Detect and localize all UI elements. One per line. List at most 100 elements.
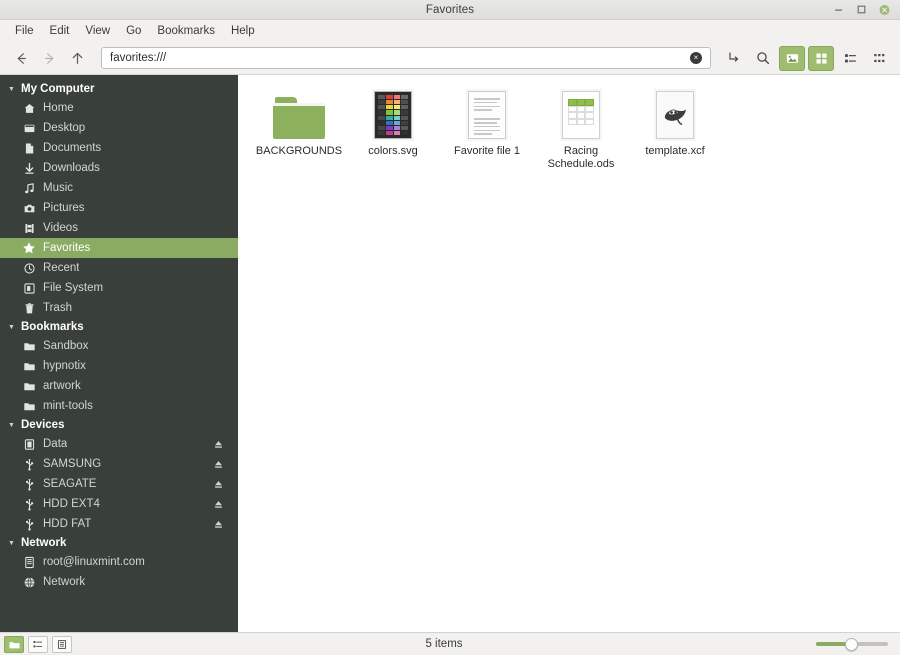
sidebar-item-desktop[interactable]: Desktop (0, 118, 238, 138)
file-item-backgrounds[interactable]: BACKGROUNDS (253, 85, 345, 177)
sidebar-item-home[interactable]: Home (0, 98, 238, 118)
sidebar-item-file-system[interactable]: File System (0, 278, 238, 298)
sidebar-item-network[interactable]: Network (0, 572, 238, 592)
path-entry-icon[interactable] (721, 46, 747, 71)
sidebar-item-label: mint-tools (43, 400, 93, 412)
compact-view-toggle[interactable] (52, 635, 72, 653)
sidebar-group-devices[interactable]: ▼ Devices (0, 416, 238, 434)
sidebar-item-label: Home (43, 102, 74, 114)
item-count-label: 5 items (425, 638, 463, 650)
sidebar-item-pictures[interactable]: Pictures (0, 198, 238, 218)
sidebar-group-my-computer[interactable]: ▼ My Computer (0, 80, 238, 98)
file-thumbnail (656, 89, 694, 139)
usb-icon (22, 517, 36, 531)
list-icon[interactable] (837, 46, 863, 71)
sidebar-group-label: Devices (21, 419, 65, 431)
sidebar-item-data[interactable]: Data (0, 434, 238, 454)
sidebar-group-network[interactable]: ▼ Network (0, 534, 238, 552)
file-name-label: BACKGROUNDS (255, 145, 343, 157)
sidebar-item-label: Sandbox (43, 340, 89, 352)
file-name-label: template.xcf (645, 145, 705, 157)
trash-icon (22, 301, 36, 315)
drive-icon (22, 281, 36, 295)
network-icon (22, 575, 36, 589)
sidebar-item-seagate[interactable]: SEAGATE (0, 474, 238, 494)
sidebar-item-documents[interactable]: Documents (0, 138, 238, 158)
sidebar-group-label: Network (21, 537, 67, 549)
sidebar-group-label: My Computer (21, 83, 95, 95)
clear-location-button[interactable]: × (690, 52, 702, 64)
window-title: Favorites (425, 3, 475, 16)
file-thumbnail (562, 89, 600, 139)
sidebar-item-downloads[interactable]: Downloads (0, 158, 238, 178)
minimize-button[interactable] (833, 4, 844, 15)
sidebar-item-samsung[interactable]: SAMSUNG (0, 454, 238, 474)
folder-icon (22, 339, 36, 353)
main-body: ▼ My Computer Home Desktop Documents Dow… (0, 75, 900, 632)
text-document-icon (468, 91, 506, 139)
usb-icon (22, 497, 36, 511)
sidebar-item-label: Documents (43, 142, 102, 154)
eject-icon[interactable] (212, 458, 224, 470)
eject-icon[interactable] (212, 438, 224, 450)
eject-icon[interactable] (212, 498, 224, 510)
menu-file[interactable]: File (7, 23, 42, 39)
search-icon[interactable] (750, 46, 776, 71)
file-manager-window: Favorites File Edit View Go Bookmarks He… (0, 0, 900, 655)
pictures-icon (22, 201, 36, 215)
sidebar-group-bookmarks[interactable]: ▼ Bookmarks (0, 318, 238, 336)
close-button[interactable] (879, 4, 890, 15)
forward-button[interactable] (36, 46, 62, 71)
back-button[interactable] (8, 46, 34, 71)
sidebar-item-favorites[interactable]: Favorites (0, 238, 238, 258)
folder-icon (22, 379, 36, 393)
sidebar-item-label: Recent (43, 262, 80, 274)
sidebar-item-videos[interactable]: Videos (0, 218, 238, 238)
sidebar-item-hdd-ext4[interactable]: HDD EXT4 (0, 494, 238, 514)
file-item-template-xcf[interactable]: template.xcf (629, 85, 721, 177)
sidebar-item-hypnotix[interactable]: hypnotix (0, 356, 238, 376)
sidebar-item-label: Trash (43, 302, 72, 314)
sidebar-item-mint-tools[interactable]: mint-tools (0, 396, 238, 416)
folder-icon (22, 399, 36, 413)
eject-icon[interactable] (212, 478, 224, 490)
sidebar-item-trash[interactable]: Trash (0, 298, 238, 318)
file-item-racing-schedule-ods[interactable]: Racing Schedule.ods (535, 85, 627, 177)
sidebar-item-sandbox[interactable]: Sandbox (0, 336, 238, 356)
eject-icon[interactable] (212, 518, 224, 530)
sidebar-item-music[interactable]: Music (0, 178, 238, 198)
menu-bookmarks[interactable]: Bookmarks (149, 23, 223, 39)
menu-edit[interactable]: Edit (42, 23, 78, 39)
svg-thumbnail-icon (374, 91, 412, 139)
location-bar[interactable]: favorites:/// × (101, 47, 711, 69)
zoom-slider-handle[interactable] (844, 637, 858, 651)
file-item-favorite-file-1[interactable]: Favorite file 1 (441, 85, 533, 177)
spreadsheet-icon (562, 91, 600, 139)
file-item-colors-svg[interactable]: colors.svg (347, 85, 439, 177)
compact-icon[interactable] (866, 46, 892, 71)
sidebar-item-root-linuxmint[interactable]: root@linuxmint.com (0, 552, 238, 572)
list-view-toggle[interactable] (28, 635, 48, 653)
icon-view-toggle[interactable] (4, 635, 24, 653)
file-list-view[interactable]: BACKGROUNDS colors.svg Favorite file 1 R… (238, 75, 900, 632)
sidebar-item-recent[interactable]: Recent (0, 258, 238, 278)
menu-go[interactable]: Go (118, 23, 149, 39)
grid-icon[interactable] (808, 45, 834, 71)
image-icon[interactable] (779, 45, 805, 71)
maximize-button[interactable] (856, 4, 867, 15)
sidebar-item-label: Videos (43, 222, 78, 234)
chevron-down-icon: ▼ (8, 539, 15, 547)
sidebar-item-label: root@linuxmint.com (43, 556, 145, 568)
document-icon (22, 141, 36, 155)
menu-help[interactable]: Help (223, 23, 263, 39)
chevron-down-icon: ▼ (8, 421, 15, 429)
sidebar-item-artwork[interactable]: artwork (0, 376, 238, 396)
file-name-label: colors.svg (368, 145, 418, 157)
menu-bar: File Edit View Go Bookmarks Help (0, 20, 900, 42)
zoom-slider[interactable] (816, 637, 888, 651)
desktop-icon (22, 121, 36, 135)
folder-icon (273, 97, 325, 139)
menu-view[interactable]: View (77, 23, 118, 39)
sidebar-item-hdd-fat[interactable]: HDD FAT (0, 514, 238, 534)
up-button[interactable] (64, 46, 90, 71)
